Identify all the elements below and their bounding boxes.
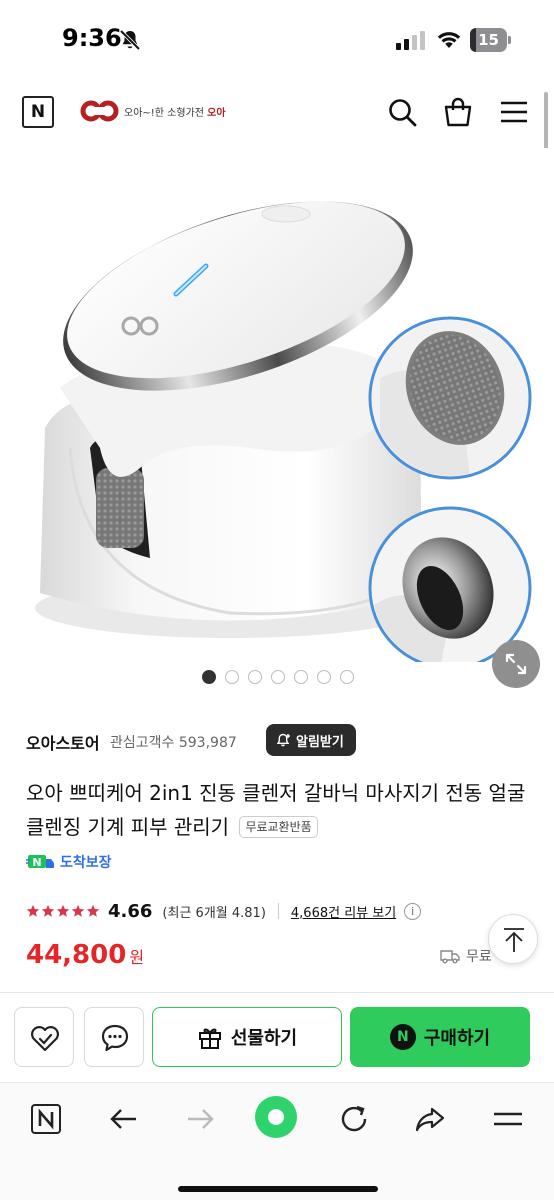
gift-button[interactable]: 선물하기 [152, 1007, 342, 1067]
delivery-truck-icon: N [26, 855, 54, 869]
store-fans: 관심고객수 593,987 [110, 732, 237, 752]
store-fans-count: 593,987 [178, 735, 237, 751]
gift-label: 선물하기 [230, 1028, 298, 1049]
store-name[interactable]: 오아스토어 [26, 730, 100, 754]
naver-green-dot-icon[interactable] [254, 1095, 298, 1139]
rating-row: 4.66 (최근 6개월 4.81) 4,668건 리뷰 보기 i [26, 898, 526, 924]
price-amount: 44,800 [26, 940, 127, 970]
shipping-label: 무료 [466, 949, 492, 965]
price-currency: 원 [129, 948, 145, 967]
expand-icon [505, 653, 527, 675]
chat-icon [101, 1024, 129, 1052]
star-icon [41, 904, 55, 917]
gallery-pager[interactable] [202, 670, 354, 684]
rating-score: 4.66 [108, 900, 153, 922]
star-icon [71, 904, 85, 917]
notify-button[interactable]: 알림받기 [266, 724, 356, 756]
star-rating [26, 904, 100, 918]
zoom-image-button[interactable] [492, 640, 540, 688]
free-return-chip: 무료교환반품 [239, 816, 318, 838]
talk-button[interactable] [84, 1007, 144, 1067]
gallery-dot[interactable] [248, 670, 262, 684]
gift-icon [198, 1028, 221, 1049]
forward-arrow-icon[interactable] [184, 1103, 216, 1135]
store-row: 오아스토어 관심고객수 593,987 알림받기 [26, 724, 526, 758]
product-image[interactable] [0, 148, 554, 662]
buy-button[interactable]: N 구매하기 [350, 1007, 530, 1067]
bell-plus-icon [276, 733, 290, 747]
brand-slogan: 오아~!한 소형가전 오아 [124, 104, 226, 119]
naver-home-button[interactable]: N [22, 96, 54, 128]
browser-toolbar [0, 1082, 554, 1200]
scroll-to-top-button[interactable] [488, 914, 538, 964]
purchase-action-bar: 선물하기 N 구매하기 [0, 992, 554, 1080]
gallery-dot[interactable] [317, 670, 331, 684]
gallery-dot[interactable] [202, 670, 216, 684]
brand-slogan-text: 오아~!한 소형가전 [124, 108, 204, 119]
battery-indicator: 15 [470, 28, 512, 52]
menu-icon[interactable] [498, 96, 530, 128]
refresh-icon[interactable] [338, 1103, 370, 1135]
reviews-link[interactable]: 4,668건 리뷰 보기 [291, 902, 396, 921]
status-bar: 9:36 15 [0, 0, 554, 80]
naver-pay-icon: N [389, 1024, 416, 1050]
svg-text:N: N [32, 856, 41, 869]
gallery-dot[interactable] [340, 670, 354, 684]
status-time: 9:36 [62, 24, 122, 52]
search-icon[interactable] [386, 96, 418, 128]
star-icon [86, 904, 100, 917]
buy-label: 구매하기 [423, 1028, 491, 1049]
back-arrow-icon[interactable] [108, 1103, 140, 1135]
heart-check-icon [31, 1026, 59, 1052]
brand-slogan-name: 오아 [207, 108, 226, 119]
recent-rating: (최근 6개월 4.81) [162, 905, 266, 921]
star-icon [56, 904, 70, 917]
delivery-guarantee-badge[interactable]: N 도착보장 [26, 852, 112, 872]
store-fans-label: 관심고객수 [110, 735, 175, 751]
bell-muted-icon [119, 29, 141, 51]
divider [277, 903, 279, 919]
naver-home-icon[interactable] [30, 1103, 62, 1135]
star-icon [26, 904, 40, 917]
shopping-bag-icon[interactable] [442, 96, 474, 128]
oa-logo[interactable] [80, 98, 120, 124]
arrow-up-icon [504, 928, 524, 952]
price: 44,800 원 [26, 940, 144, 970]
wifi-icon [437, 32, 461, 48]
gallery-dot[interactable] [225, 670, 239, 684]
truck-icon [440, 950, 460, 964]
wishlist-button[interactable] [14, 1007, 74, 1067]
site-header: N 오아~!한 소형가전 오아 [0, 80, 554, 144]
home-indicator[interactable] [178, 1186, 378, 1192]
share-arrow-icon[interactable] [414, 1103, 446, 1135]
browser-menu-icon[interactable] [492, 1103, 524, 1135]
product-title: 오아 쁘띠케어 2in1 진동 클렌저 갈바닉 마사지기 전동 얼굴 클렌징 기… [26, 776, 526, 844]
notify-label: 알림받기 [296, 734, 344, 750]
delivery-badge-label: 도착보장 [60, 855, 112, 871]
cellular-signal-icon [396, 31, 425, 50]
gallery-dot[interactable] [271, 670, 285, 684]
shipping-info: 무료 [440, 946, 492, 966]
gallery-dot[interactable] [294, 670, 308, 684]
battery-percent: 15 [478, 31, 499, 49]
info-icon[interactable]: i [404, 902, 422, 920]
